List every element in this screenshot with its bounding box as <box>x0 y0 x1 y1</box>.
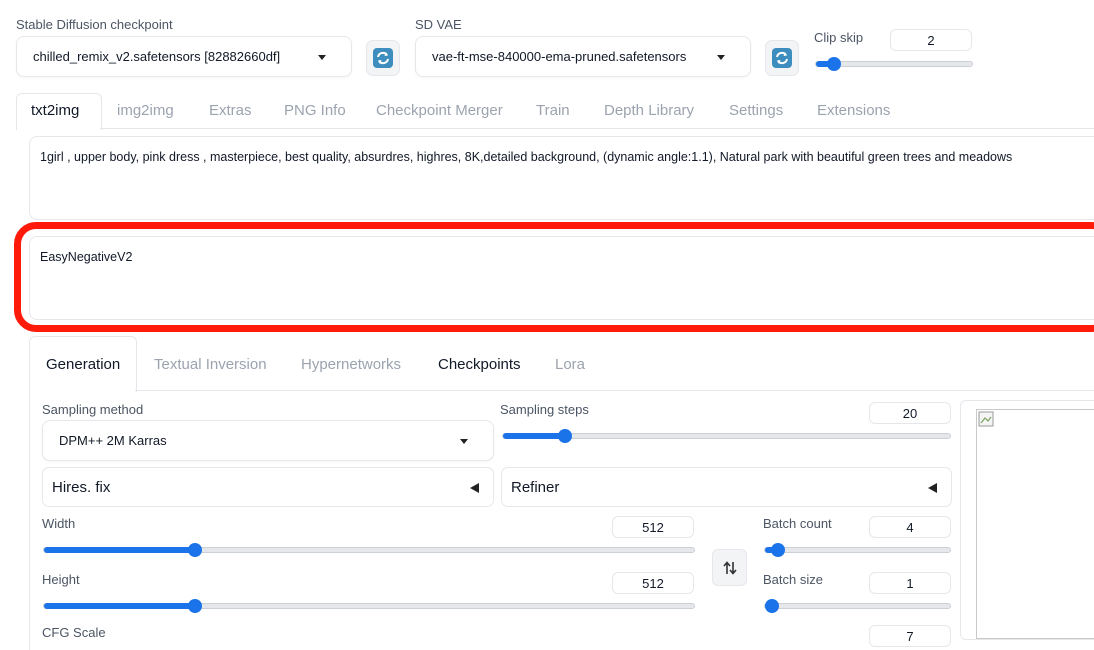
prompt-textarea[interactable]: 1girl , upper body, pink dress , masterp… <box>29 136 1094 220</box>
clip-skip-label: Clip skip <box>814 30 864 45</box>
hires-fix-accordion[interactable]: Hires. fix <box>42 467 494 507</box>
broken-image-icon <box>978 411 994 427</box>
vae-label: SD VAE <box>415 17 462 32</box>
tab-extensions[interactable]: Extensions <box>817 102 890 119</box>
sampling-steps-slider-thumb[interactable] <box>558 429 572 443</box>
tab-img2img[interactable]: img2img <box>117 102 174 119</box>
batch-size-slider-thumb[interactable] <box>765 599 779 613</box>
tab-settings[interactable]: Settings <box>729 102 783 119</box>
sampling-steps-label: Sampling steps <box>500 402 589 417</box>
tab-depth-library[interactable]: Depth Library <box>604 102 694 119</box>
width-slider-thumb[interactable] <box>188 543 202 557</box>
vae-refresh-button[interactable] <box>765 40 799 76</box>
sampling-method-value: DPM++ 2M Karras <box>59 433 167 448</box>
refiner-label: Refiner <box>511 478 560 496</box>
width-input[interactable]: 512 <box>612 516 694 538</box>
chevron-down-icon <box>318 55 326 60</box>
subtab-generation[interactable]: Generation <box>46 356 120 373</box>
cfg-scale-label: CFG Scale <box>42 625 106 640</box>
width-label: Width <box>42 516 76 531</box>
hires-fix-label: Hires. fix <box>52 478 111 496</box>
tabs-divider <box>100 128 1094 129</box>
tab-png-info[interactable]: PNG Info <box>284 102 346 119</box>
negative-prompt-text: EasyNegativeV2 <box>40 250 133 264</box>
checkpoint-dropdown[interactable]: chilled_remix_v2.safetensors [82882660df… <box>16 36 352 77</box>
checkpoint-label: Stable Diffusion checkpoint <box>16 17 173 32</box>
batch-size-label: Batch size <box>763 572 823 587</box>
negative-prompt-textarea[interactable]: EasyNegativeV2 <box>29 236 1094 320</box>
height-slider-thumb[interactable] <box>188 599 202 613</box>
batch-size-input[interactable]: 1 <box>869 572 951 594</box>
batch-count-input[interactable]: 4 <box>869 516 951 538</box>
checkpoint-value: chilled_remix_v2.safetensors [82882660df… <box>33 49 281 64</box>
vae-dropdown[interactable]: vae-ft-mse-840000-ema-pruned.safetensors <box>415 36 751 77</box>
subtab-hypernetworks[interactable]: Hypernetworks <box>301 356 401 373</box>
swap-dimensions-icon <box>722 560 737 575</box>
checkpoint-refresh-button[interactable] <box>366 40 400 76</box>
refiner-accordion[interactable]: Refiner <box>501 467 952 507</box>
tab-train[interactable]: Train <box>536 102 570 119</box>
output-image[interactable] <box>976 409 1094 639</box>
refresh-icon <box>373 48 393 68</box>
height-input[interactable]: 512 <box>612 572 694 594</box>
batch-size-slider[interactable] <box>764 599 951 613</box>
batch-count-label: Batch count <box>763 516 832 531</box>
subtab-lora[interactable]: Lora <box>555 356 585 373</box>
subtab-checkpoints[interactable]: Checkpoints <box>438 356 521 373</box>
clip-skip-slider[interactable] <box>815 57 973 71</box>
tab-extras[interactable]: Extras <box>209 102 252 119</box>
collapse-arrow-icon <box>470 483 479 493</box>
clip-skip-input[interactable]: 2 <box>890 29 972 51</box>
refresh-icon <box>772 48 792 68</box>
vae-value: vae-ft-mse-840000-ema-pruned.safetensors <box>432 49 687 64</box>
sampling-steps-slider[interactable] <box>502 429 951 443</box>
sampling-steps-input[interactable]: 20 <box>869 402 951 424</box>
tab-checkpoint-merger[interactable]: Checkpoint Merger <box>376 102 503 119</box>
width-slider[interactable] <box>43 543 695 557</box>
height-label: Height <box>42 572 80 587</box>
height-slider[interactable] <box>43 599 695 613</box>
swap-dimensions-button[interactable] <box>712 549 747 586</box>
sampling-method-dropdown[interactable]: DPM++ 2M Karras <box>42 420 494 461</box>
chevron-down-icon <box>460 439 468 444</box>
cfg-scale-input[interactable]: 7 <box>869 625 951 647</box>
batch-count-slider[interactable] <box>764 543 951 557</box>
tab-txt2img[interactable]: txt2img <box>31 102 79 119</box>
chevron-down-icon <box>717 55 725 60</box>
clip-skip-slider-thumb[interactable] <box>827 57 841 71</box>
prompt-text: 1girl , upper body, pink dress , masterp… <box>40 150 1013 164</box>
sampling-method-label: Sampling method <box>42 402 144 417</box>
subtab-textual-inversion[interactable]: Textual Inversion <box>154 356 267 373</box>
collapse-arrow-icon <box>928 483 937 493</box>
batch-count-slider-thumb[interactable] <box>771 543 785 557</box>
